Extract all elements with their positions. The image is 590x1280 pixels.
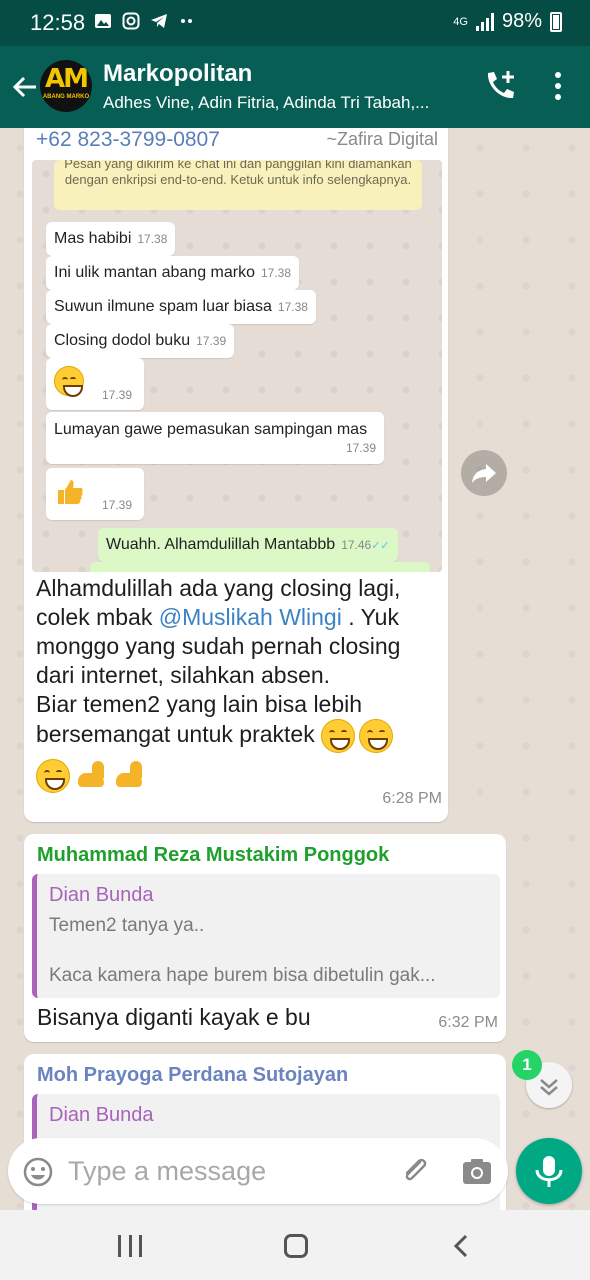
unread-count-badge: 1 bbox=[512, 1050, 542, 1080]
quoted-text: Temen2 tanya ya.. bbox=[49, 915, 205, 936]
chat-header: AM ABANG MARKO Markopolitan Adhes Vine, … bbox=[0, 46, 590, 128]
forward-icon bbox=[472, 464, 496, 483]
avatar-logo-subtext: ABANG MARKO bbox=[42, 94, 90, 100]
quoted-message[interactable]: Dian Bunda Temen2 tanya ya.. Kaca kamera… bbox=[32, 874, 500, 998]
battery-percent: 98% bbox=[501, 10, 542, 32]
chat-area[interactable]: +62 823-3799-0807 ~Zafira Digital Pesan … bbox=[0, 128, 590, 1210]
grin-emoji-icon bbox=[359, 719, 394, 753]
add-call-icon[interactable] bbox=[482, 68, 518, 104]
nav-back-icon[interactable] bbox=[448, 1232, 476, 1260]
group-title[interactable]: Markopolitan bbox=[103, 60, 252, 88]
emoji-icon[interactable] bbox=[22, 1156, 54, 1188]
group-avatar[interactable]: AM ABANG MARKO bbox=[40, 60, 92, 112]
telegram-icon bbox=[151, 14, 167, 28]
status-bar: 12:58 4G 98% bbox=[0, 0, 590, 46]
message-time: 6:28 PM bbox=[382, 790, 442, 807]
grin-emoji-icon bbox=[36, 759, 70, 793]
image-message: Ini ulik mantan abang marko 17.38 bbox=[46, 256, 300, 290]
image-message: Suwun ilmune spam luar biasa 17.38 bbox=[46, 290, 316, 324]
microphone-icon bbox=[535, 1156, 563, 1187]
attach-icon[interactable] bbox=[398, 1154, 432, 1188]
network-type: 4G bbox=[453, 15, 468, 28]
sender-name[interactable]: Moh Prayoga Perdana Sutojayan bbox=[37, 1064, 348, 1087]
encryption-notice: Pesan yang dikirim ke chat ini dan pangg… bbox=[54, 160, 422, 210]
recent-apps-icon[interactable] bbox=[118, 1235, 142, 1257]
image-message: Closing dodol buku 17.39 bbox=[46, 324, 235, 358]
flexed-biceps-icon bbox=[74, 759, 108, 793]
image-message: 17.39 bbox=[46, 358, 144, 410]
more-dots-icon bbox=[181, 19, 192, 23]
instagram-icon bbox=[122, 12, 140, 30]
voice-message-button[interactable] bbox=[516, 1138, 582, 1204]
message-time: 6:32 PM bbox=[438, 1014, 498, 1031]
grin-emoji-icon bbox=[321, 719, 356, 753]
home-icon[interactable] bbox=[284, 1234, 308, 1258]
system-nav-bar bbox=[0, 1210, 590, 1280]
message-bubble[interactable]: +62 823-3799-0807 ~Zafira Digital Pesan … bbox=[24, 128, 448, 822]
gallery-icon bbox=[95, 14, 111, 28]
avatar-logo-text: AM bbox=[45, 64, 89, 94]
flexed-biceps-icon bbox=[112, 759, 146, 793]
sender-push-name: ~Zafira Digital bbox=[326, 129, 438, 149]
sender-phone[interactable]: +62 823-3799-0807 bbox=[36, 128, 220, 152]
group-members[interactable]: Adhes Vine, Adin Fitria, Adinda Tri Taba… bbox=[103, 93, 463, 113]
image-message: Mas habibi 17.38 bbox=[46, 222, 176, 256]
message-composer bbox=[8, 1138, 508, 1204]
quoted-sender: Dian Bunda bbox=[49, 1104, 154, 1126]
quoted-sender: Dian Bunda bbox=[49, 884, 154, 906]
forward-button[interactable] bbox=[461, 450, 507, 496]
overflow-menu-icon[interactable] bbox=[546, 70, 570, 106]
status-time: 12:58 bbox=[30, 10, 86, 35]
thumbs-up-icon bbox=[58, 480, 83, 504]
image-message: 17.39 bbox=[46, 468, 144, 520]
notification-icons bbox=[94, 12, 196, 30]
message-text: Alhamdulillah ada yang closing lagi, col… bbox=[36, 574, 440, 793]
grin-emoji-icon bbox=[54, 366, 84, 397]
quoted-text: Kaca kamera hape burem bisa dibetulin ga… bbox=[49, 965, 436, 986]
battery-icon bbox=[550, 11, 562, 32]
sender-name[interactable]: Muhammad Reza Mustakim Ponggok bbox=[37, 844, 389, 867]
image-attachment[interactable]: Pesan yang dikirim ke chat ini dan pangg… bbox=[32, 160, 442, 572]
signal-icon bbox=[475, 12, 494, 31]
mention-link[interactable]: @Muslikah Wlingi bbox=[159, 604, 342, 630]
image-message: Lumayan gawe pemasukan sampingan mas 17.3… bbox=[46, 412, 384, 464]
image-outgoing-message: Wuahh. Alhamdulillah Mantabbb 17.46✓✓ bbox=[98, 528, 398, 562]
camera-icon[interactable] bbox=[460, 1154, 494, 1188]
message-bubble[interactable]: Muhammad Reza Mustakim Ponggok Dian Bund… bbox=[24, 834, 506, 1042]
message-text: Bisanya diganti kayak e bu bbox=[37, 1004, 311, 1030]
back-arrow-icon[interactable] bbox=[10, 72, 40, 102]
message-input[interactable] bbox=[68, 1152, 378, 1190]
image-cropped-message bbox=[90, 562, 430, 572]
